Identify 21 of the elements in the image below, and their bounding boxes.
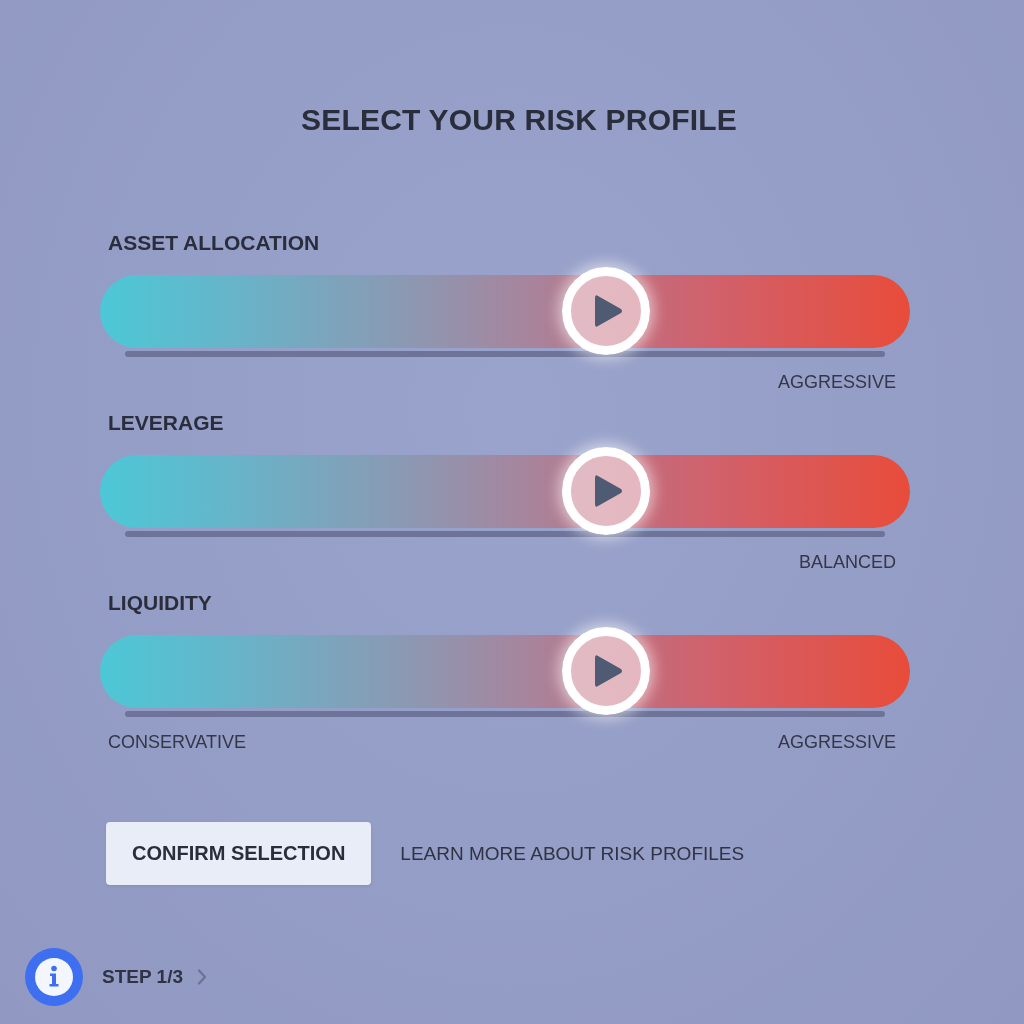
slider-track[interactable] xyxy=(100,627,910,715)
slider-label: LEVERAGE xyxy=(107,410,224,436)
slider-track[interactable] xyxy=(100,267,910,355)
step-indicator: STEP 1/3 xyxy=(102,966,183,988)
scale-label: CONSERVATIVE xyxy=(108,731,247,753)
play-icon xyxy=(595,474,624,508)
slider-thumb[interactable] xyxy=(562,627,651,715)
slider-track[interactable] xyxy=(100,447,910,535)
page-title: SELECT YOUR RISK PROFILE xyxy=(300,102,738,138)
play-icon xyxy=(595,654,624,688)
info-icon[interactable] xyxy=(25,948,83,1006)
confirm-button[interactable]: CONFIRM SELECTION xyxy=(106,822,372,885)
slider-label: ASSET ALLOCATION xyxy=(107,230,320,256)
slider-thumb[interactable] xyxy=(562,267,651,355)
learn-more-link[interactable]: LEARN MORE ABOUT RISK PROFILES xyxy=(400,842,745,865)
play-icon xyxy=(595,294,624,328)
scale-label: BALANCED xyxy=(798,551,896,573)
scale-label: AGGRESSIVE xyxy=(777,371,896,393)
slider-thumb[interactable] xyxy=(562,447,651,535)
scale-label: AGGRESSIVE xyxy=(777,731,896,753)
slider-label: LIQUIDITY xyxy=(107,590,212,616)
